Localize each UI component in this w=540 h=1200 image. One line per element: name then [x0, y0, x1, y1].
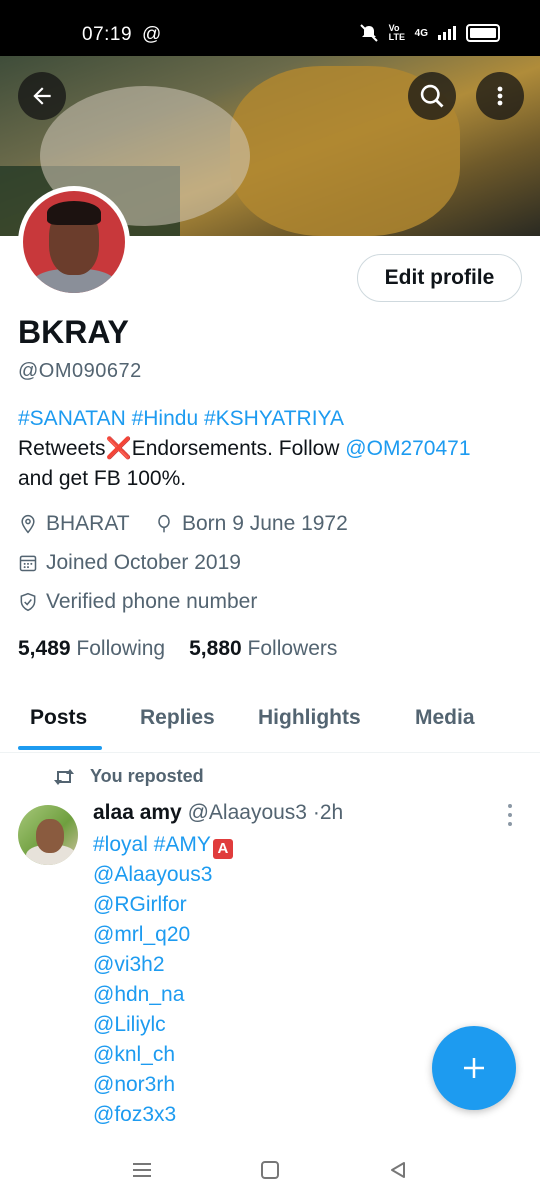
tab-posts[interactable]: Posts: [30, 706, 87, 730]
repost-indicator: You reposted: [52, 766, 204, 787]
volte-icon: Vo LTE: [388, 23, 405, 42]
status-bar: 07:19 @ Vo LTE 4G: [0, 0, 540, 56]
avatar-shape: [36, 819, 64, 853]
post-mention[interactable]: @Alaayous3: [93, 860, 233, 890]
post-mention[interactable]: @hdn_na: [93, 980, 233, 1010]
bio-text: Retweets: [18, 437, 106, 460]
calendar-icon: [19, 555, 37, 572]
location-text: BHARAT: [46, 512, 130, 535]
verified-row[interactable]: Verified phone number: [18, 590, 257, 614]
followers-label: Followers: [247, 637, 338, 660]
battery-icon: [466, 24, 500, 42]
active-tab-indicator: [18, 746, 102, 750]
post-mention[interactable]: @foz3x3: [93, 1100, 233, 1130]
following-link[interactable]: 5,489 Following: [18, 637, 165, 661]
cross-mark-icon: ❌: [105, 437, 132, 460]
bio-text: and get FB 100%.: [18, 467, 187, 490]
post-mention[interactable]: @mrl_q20: [93, 920, 233, 950]
follow-counts: 5,489 Following 5,880 Followers: [18, 637, 337, 661]
status-icons: Vo LTE 4G: [359, 24, 500, 42]
bio-mention-link[interactable]: @OM270471: [345, 437, 470, 460]
joined-text: Joined October 2019: [46, 551, 241, 574]
post-more-icon[interactable]: [503, 804, 517, 826]
profile-handle: @OM090672: [18, 360, 142, 382]
avatar-image: [23, 191, 125, 293]
post-hashtags[interactable]: #loyal #AMY: [93, 833, 211, 856]
location-row: BHARAT: [18, 512, 130, 536]
followers-count: 5,880: [189, 637, 242, 660]
repost-label: You reposted: [90, 766, 204, 786]
post-mention[interactable]: @RGirlfor: [93, 890, 233, 920]
a-button-icon: A: [212, 839, 233, 859]
birthday-text: Born 9 June 1972: [182, 512, 348, 535]
verified-text: Verified phone number: [46, 590, 258, 613]
post-mention[interactable]: @Liliylc: [93, 1010, 233, 1040]
mute-icon: [359, 24, 378, 42]
menu-icon: [133, 1163, 151, 1177]
repost-icon: [54, 768, 74, 785]
search-button[interactable]: [408, 72, 456, 120]
profile-avatar[interactable]: [18, 186, 130, 298]
tab-replies[interactable]: Replies: [140, 706, 215, 730]
birthday-row: Born 9 June 1972: [154, 512, 348, 536]
more-vertical-icon: [497, 86, 503, 106]
following-count: 5,489: [18, 637, 71, 660]
square-icon: [261, 1161, 279, 1179]
following-label: Following: [76, 637, 166, 660]
profile-name: BKRAY: [18, 314, 129, 350]
post-author-handle[interactable]: @Alaayous3: [188, 801, 307, 824]
bio-text: Endorsements. Follow: [131, 437, 346, 460]
shield-check-icon: [20, 592, 36, 612]
system-nav-bar: [0, 1140, 540, 1200]
post-author-avatar[interactable]: [18, 805, 78, 865]
location-pin-icon: [21, 514, 35, 534]
post-time: 2h: [319, 801, 344, 824]
back-nav-button[interactable]: [384, 1156, 412, 1184]
post-mention[interactable]: @knl_ch: [93, 1040, 233, 1070]
post-mention[interactable]: @nor3rh: [93, 1070, 233, 1100]
post-hashtags-line: #loyal #AMY A: [93, 830, 233, 860]
followers-link[interactable]: 5,880 Followers: [189, 637, 337, 661]
bio-hashtags[interactable]: #SANATAN #Hindu #KSHYATRIYA: [18, 407, 344, 430]
post-header: alaa amy @Alaayous3 ·2h: [93, 801, 343, 825]
home-button[interactable]: [256, 1156, 284, 1184]
more-options-button[interactable]: [476, 72, 524, 120]
edit-profile-button[interactable]: Edit profile: [357, 254, 522, 302]
tab-highlights[interactable]: Highlights: [258, 706, 361, 730]
profile-tabs: Posts Replies Highlights Media: [0, 690, 540, 753]
tab-media[interactable]: Media: [415, 706, 475, 730]
profile-bio: #SANATAN #Hindu #KSHYATRIYA Retweets❌End…: [18, 404, 523, 494]
compose-post-button[interactable]: [432, 1026, 516, 1110]
signal-icon: [438, 26, 456, 40]
post-text: #loyal #AMY A @Alaayous3 @RGirlfor @mrl_q…: [93, 830, 233, 1130]
plus-icon: [464, 1058, 484, 1078]
status-time: 07:19: [82, 24, 133, 45]
balloon-icon: [158, 514, 170, 533]
search-icon: [420, 84, 444, 108]
post-author-name[interactable]: alaa amy: [93, 801, 182, 824]
avatar-shape: [47, 201, 101, 225]
back-button[interactable]: [18, 72, 66, 120]
status-at-icon: @: [142, 24, 162, 45]
joined-row: Joined October 2019: [18, 551, 241, 575]
post-mention[interactable]: @vi3h2: [93, 950, 233, 980]
recent-apps-button[interactable]: [128, 1156, 156, 1184]
network-type-icon: 4G: [414, 27, 428, 39]
post-separator: ·: [312, 801, 320, 824]
arrow-left-icon: [33, 87, 51, 105]
triangle-back-icon: [391, 1162, 405, 1178]
